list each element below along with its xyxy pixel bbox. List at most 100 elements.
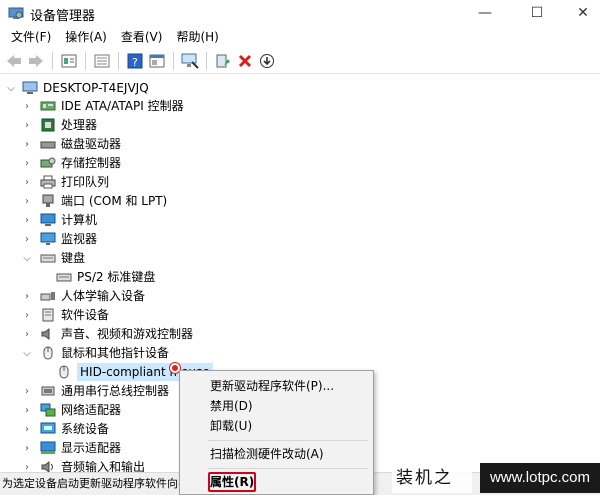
tree-node-label: 打印队列 [61,175,110,189]
collapse-chevron-icon[interactable]: ⌵ [22,249,32,267]
scan-hardware-icon[interactable] [180,51,200,71]
tree-node[interactable]: › 音频输入和输出 [22,458,145,472]
scan-hardware-menu-item[interactable]: 扫描检测硬件改动(A) [180,444,373,464]
menu-bar: 文件(F) 操作(A) 查看(V) 帮助(H) [0,27,600,47]
tree-root[interactable]: ⌵ DESKTOP-T4EJVJQ [6,79,149,97]
expand-chevron-icon[interactable]: › [22,116,32,134]
software-device-icon [40,308,56,322]
expand-chevron-icon[interactable]: › [22,401,32,419]
tree-node-label: 监视器 [61,232,98,246]
expand-chevron-icon[interactable]: › [22,135,32,153]
tree-node-label: 通用串行总线控制器 [61,384,170,398]
tree-node[interactable]: › 打印队列 [22,173,109,191]
tree-node[interactable]: › 声音、视频和游戏控制器 [22,325,193,343]
tree-root-label: DESKTOP-T4EJVJQ [43,81,149,95]
tree-node[interactable]: › 监视器 [22,230,97,248]
enable-device-icon[interactable] [257,51,277,71]
tree-node[interactable]: › 存储控制器 [22,154,121,172]
tree-node[interactable]: › 计算机 [22,211,97,229]
uninstall-menu-item[interactable]: 卸载(U) [180,416,373,436]
tree-node-label: 鼠标和其他指针设备 [61,346,170,360]
network-icon [40,403,56,417]
svg-text:?: ? [132,56,138,69]
minimize-button[interactable]: — [462,0,508,26]
device-manager-icon [8,5,24,21]
audio-icon [40,460,56,472]
update-driver-icon[interactable] [213,51,233,71]
maximize-button[interactable]: ☐ [514,0,560,26]
menu-file[interactable]: 文件(F) [4,27,58,47]
sound-icon [40,327,56,341]
toolbar-separator [206,51,207,70]
expand-chevron-icon[interactable]: › [22,192,32,210]
back-icon[interactable] [4,51,24,71]
watermark-name: 装机之家 [392,462,472,493]
expand-chevron-icon[interactable]: › [22,325,32,343]
tree-node-label: 人体学输入设备 [61,289,146,303]
tree-node-label: 存储控制器 [61,156,122,170]
toolbar: ? [0,48,600,74]
tree-node[interactable]: › 软件设备 [22,306,109,324]
menu-separator [208,440,368,441]
tree-node-label: 显示适配器 [61,441,122,455]
tree-node[interactable]: › 系统设备 [22,420,109,438]
tree-node[interactable]: › 磁盘驱动器 [22,135,121,153]
tree-node-label: 键盘 [61,251,86,265]
disable-menu-item[interactable]: 禁用(D) [180,396,373,416]
menu-help[interactable]: 帮助(H) [169,27,225,47]
tree-node[interactable]: › 通用串行总线控制器 [22,382,169,400]
printer-icon [40,175,56,189]
expand-chevron-icon[interactable]: › [22,439,32,457]
tree-node[interactable]: › IDE ATA/ATAPI 控制器 [22,97,184,115]
tree-node[interactable]: › 端口 (COM 和 LPT) [22,192,167,210]
tree-node-label: IDE ATA/ATAPI 控制器 [61,99,184,113]
tree-node-label: 磁盘驱动器 [61,137,122,151]
menu-action[interactable]: 操作(A) [58,27,114,47]
tree-leaf-label: PS/2 标准键盘 [77,270,156,284]
expand-chevron-icon[interactable]: › [22,211,32,229]
expand-chevron-icon[interactable]: › [22,154,32,172]
collapse-chevron-icon[interactable]: ⌵ [6,79,16,97]
forward-icon[interactable] [26,51,46,71]
view-icon[interactable] [147,51,167,71]
context-menu: 更新驱动程序软件(P)... 禁用(D) 卸载(U) 扫描检测硬件改动(A) 属… [179,370,374,495]
monitor-icon [40,232,56,246]
menu-view[interactable]: 查看(V) [114,27,170,47]
tree-node[interactable]: › 显示适配器 [22,439,121,457]
computer-icon [40,213,56,227]
expand-chevron-icon[interactable]: › [22,458,32,473]
close-button[interactable]: ✕ [560,0,600,26]
expand-chevron-icon[interactable]: › [22,382,32,400]
keyboard-icon [56,270,72,284]
collapse-chevron-icon[interactable]: ⌵ [22,344,32,362]
help-icon[interactable]: ? [125,51,145,71]
computer-icon [22,81,38,95]
expand-chevron-icon[interactable]: › [22,173,32,191]
keyboard-icon [40,251,56,265]
properties-sheet-icon[interactable] [59,51,79,71]
update-driver-menu-item[interactable]: 更新驱动程序软件(P)... [180,376,373,396]
port-icon [40,194,56,208]
watermark-url: www.lotpc.com [479,462,600,493]
system-device-icon [40,422,56,436]
processor-icon [40,118,56,132]
title-bar: 设备管理器 — ☐ ✕ [0,0,600,26]
tree-node[interactable]: › 处理器 [22,116,97,134]
expand-chevron-icon[interactable]: › [22,306,32,324]
expand-chevron-icon[interactable]: › [22,420,32,438]
tree-node[interactable]: ⌵ 鼠标和其他指针设备 [22,344,169,362]
details-icon[interactable] [92,51,112,71]
uninstall-icon[interactable] [235,51,255,71]
tree-node-label: 计算机 [61,213,98,227]
storage-controller-icon [40,156,56,170]
tree-node[interactable]: › 人体学输入设备 [22,287,145,305]
tree-node[interactable]: › 网络适配器 [22,401,121,419]
expand-chevron-icon[interactable]: › [22,287,32,305]
tree-leaf[interactable]: PS/2 标准键盘 [56,268,155,286]
tree-node[interactable]: ⌵ 键盘 [22,249,85,267]
toolbar-separator [173,51,174,70]
expand-chevron-icon[interactable]: › [22,230,32,248]
display-adapter-icon [40,441,56,455]
expand-chevron-icon[interactable]: › [22,97,32,115]
ide-controller-icon [40,99,56,113]
